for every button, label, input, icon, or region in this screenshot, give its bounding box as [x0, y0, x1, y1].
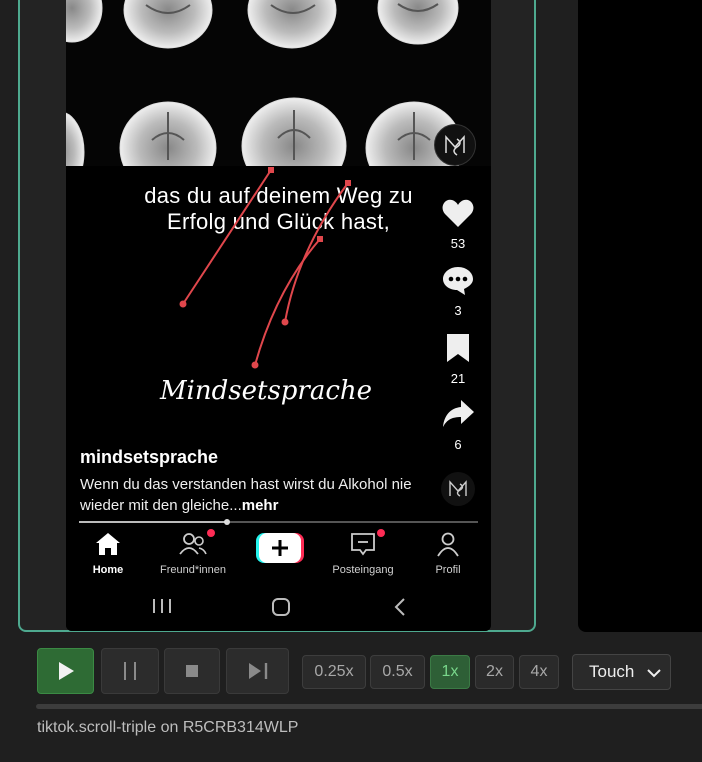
tab-friends-label: Freund*innen — [159, 564, 227, 576]
bottom-tab-bar: Home Freund*innen Posteingang Profil — [66, 527, 491, 579]
replay-timeline[interactable] — [36, 704, 702, 709]
comment-count: 3 — [454, 303, 462, 318]
creator-avatar[interactable] — [434, 124, 476, 166]
play-button[interactable] — [37, 648, 94, 694]
stop-button[interactable] — [164, 648, 220, 694]
replay-status-label: tiktok.scroll-triple on R5CRB314WLP — [37, 719, 299, 736]
like-count: 53 — [450, 236, 466, 251]
inbox-icon — [351, 533, 375, 556]
home-nav-icon[interactable] — [270, 596, 292, 618]
tab-friends[interactable]: Freund*innen — [151, 529, 235, 576]
pause-icon — [124, 662, 136, 680]
sound-disc-icon[interactable] — [441, 472, 475, 506]
chevron-down-icon — [647, 669, 661, 678]
plus-icon — [256, 533, 304, 563]
share-icon — [443, 400, 474, 427]
device-frame-secondary — [578, 0, 702, 632]
tab-profile-label: Profil — [435, 564, 461, 576]
comment-icon — [443, 267, 473, 295]
pause-button[interactable] — [101, 648, 159, 694]
video-progress-fill — [79, 521, 227, 523]
step-button[interactable] — [226, 648, 289, 694]
like-button[interactable]: 53 — [436, 197, 480, 251]
speed-option-1x[interactable]: 1x — [430, 655, 470, 689]
video-progress-bar[interactable] — [79, 519, 478, 525]
speed-option-0-25x[interactable]: 0.25x — [302, 655, 366, 689]
speed-option-4x[interactable]: 4x — [519, 655, 559, 689]
caption-more-link[interactable]: mehr — [242, 497, 279, 514]
tab-inbox[interactable]: Posteingang — [321, 529, 405, 576]
bookmark-icon — [447, 334, 469, 362]
friends-notification-dot — [207, 529, 215, 537]
tab-profile[interactable]: Profil — [406, 531, 490, 576]
friends-icon — [179, 533, 207, 555]
step-forward-icon — [248, 663, 267, 679]
tab-home-label: Home — [92, 564, 124, 576]
phone-screen[interactable]: das du auf deinem Weg zu Erfolg und Glüc… — [66, 0, 491, 631]
home-icon — [96, 533, 120, 555]
comment-button[interactable]: 3 — [436, 264, 480, 318]
input-mode-value: Touch — [589, 662, 635, 681]
heart-icon — [442, 199, 474, 227]
back-nav-icon[interactable] — [392, 596, 408, 618]
speed-option-2x[interactable]: 2x — [475, 655, 514, 689]
post-username[interactable]: mindsetsprache — [80, 447, 218, 468]
recent-apps-icon[interactable] — [151, 597, 173, 615]
tab-inbox-label: Posteingang — [332, 564, 394, 576]
share-count: 6 — [454, 437, 462, 452]
speed-option-0-5x[interactable]: 0.5x — [370, 655, 425, 689]
create-button[interactable] — [256, 532, 304, 563]
save-button[interactable]: 21 — [436, 332, 480, 386]
input-mode-select[interactable]: Touch — [572, 654, 671, 690]
stop-icon — [186, 665, 198, 677]
android-navigation-bar — [66, 583, 491, 631]
play-icon — [58, 662, 74, 680]
post-caption: Wenn du das verstanden hast wirst du Alk… — [80, 474, 420, 516]
inbox-notification-dot — [377, 529, 385, 537]
share-button[interactable]: 6 — [436, 398, 480, 452]
video-progress-handle[interactable] — [223, 519, 230, 525]
person-icon — [437, 532, 459, 557]
tab-home[interactable]: Home — [66, 531, 150, 576]
save-count: 21 — [450, 371, 466, 386]
